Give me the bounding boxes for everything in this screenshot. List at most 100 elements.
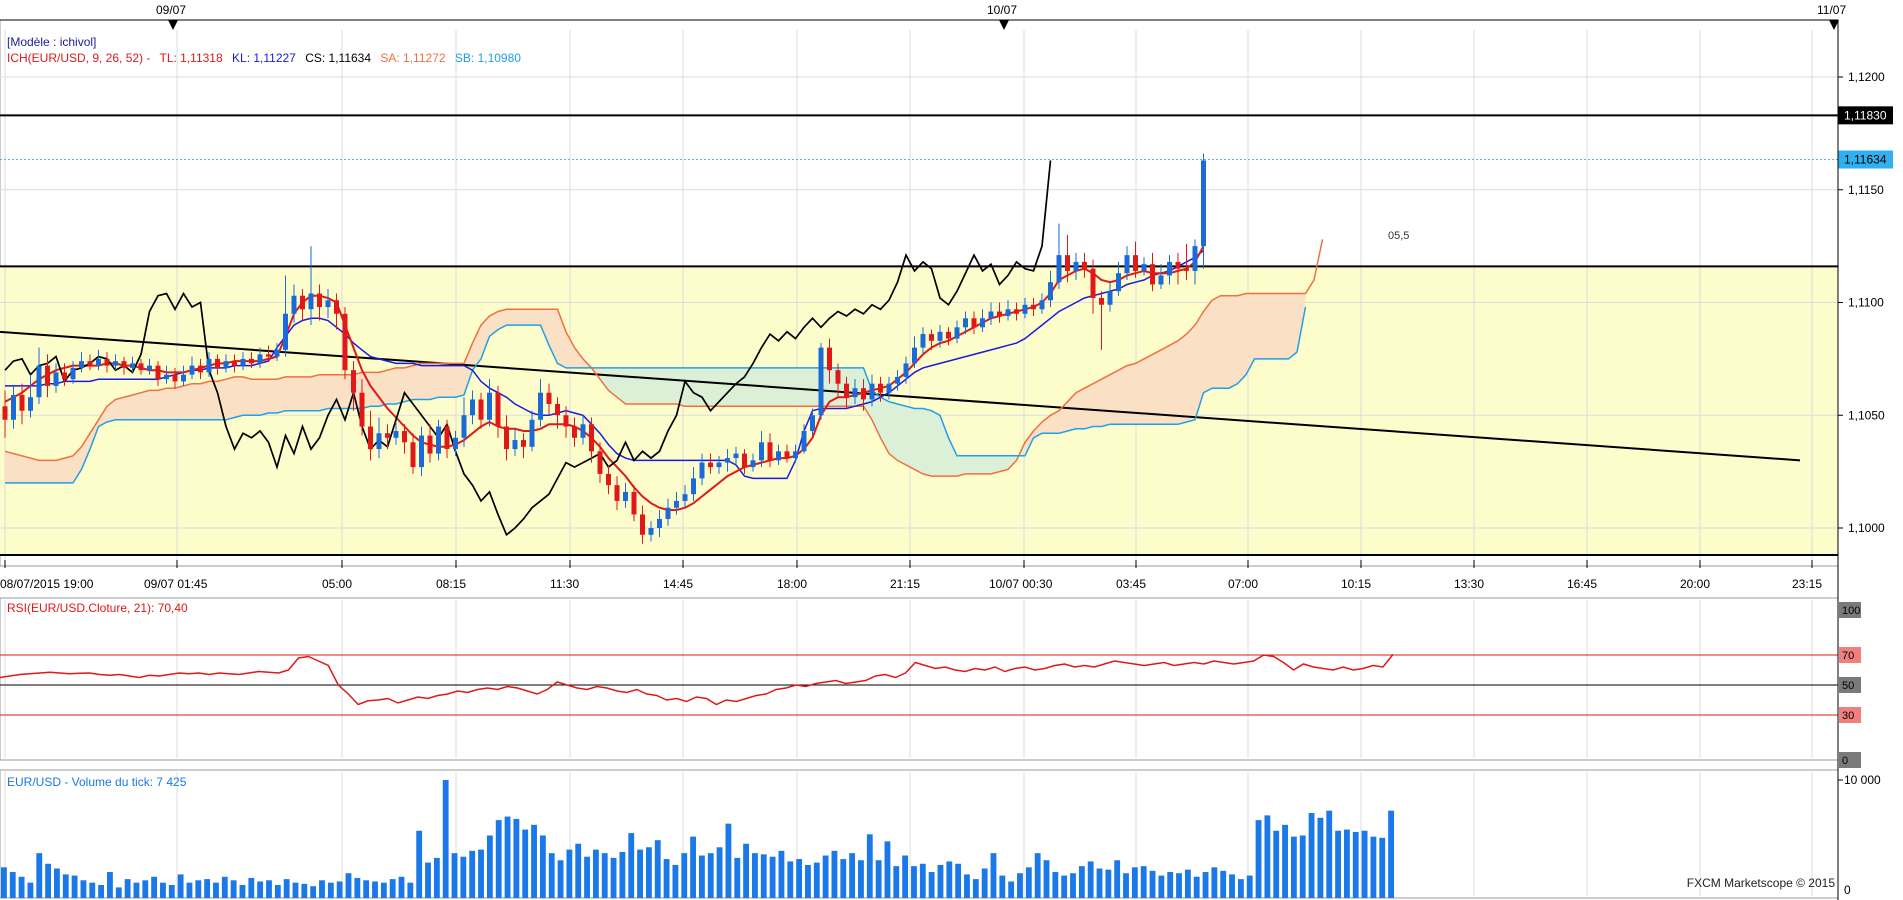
rsi-label: RSI(EUR/USD.Cloture, 21): 70,40 (7, 601, 188, 615)
kumo-segment (1161, 345, 1170, 425)
kumo-segment (855, 367, 864, 407)
kumo-segment (1152, 349, 1161, 425)
volume-bar (1255, 820, 1262, 898)
volume-bar (1105, 869, 1112, 898)
volume-bar (9, 872, 16, 898)
volume-bar (531, 824, 537, 898)
volume-bar (1043, 860, 1050, 898)
volume-bar (946, 861, 953, 898)
candle-body (147, 365, 152, 371)
candle-body (784, 451, 790, 459)
volume-bar (866, 834, 873, 898)
volume-bar (380, 882, 387, 898)
volume-bar (1096, 868, 1103, 898)
volume-bar (345, 873, 352, 898)
kumo-segment (200, 381, 209, 420)
kumo-segment (251, 379, 260, 416)
volume-bar (769, 856, 776, 898)
candle-body (351, 370, 356, 393)
candle-body (96, 358, 101, 366)
volume-bar (469, 850, 476, 898)
candle-body (461, 415, 467, 438)
candle-body (257, 354, 263, 364)
candle-body (19, 394, 25, 411)
kumo-segment (141, 390, 150, 420)
candle-body (623, 491, 628, 501)
volume-bar (743, 843, 750, 898)
volume-bar (672, 864, 679, 898)
candle-body (793, 451, 798, 459)
candle-body (750, 460, 756, 468)
candle-body (954, 327, 960, 339)
kumo-segment (285, 376, 294, 411)
candle-body (844, 383, 849, 398)
rsi-level-label: 30 (1842, 710, 1854, 722)
kijun-value: KL: 1,11227 (232, 51, 296, 65)
volume-bar (1388, 810, 1394, 898)
volume-bar (1158, 875, 1165, 898)
resistance-price-text: 1,11830 (1844, 108, 1887, 122)
kumo-segment (515, 309, 524, 326)
volume-bar (54, 868, 60, 898)
rsi-level-label: 50 (1842, 680, 1854, 692)
volume-bar (460, 856, 467, 898)
candle-body (410, 442, 416, 468)
volume-bar (1317, 817, 1324, 898)
candle-body (521, 440, 526, 447)
time-tick-label: 20:00 (1680, 577, 1710, 591)
kumo-segment (897, 403, 906, 465)
volume-bar (778, 850, 785, 898)
candle-body (674, 500, 679, 508)
volume-bar (221, 876, 228, 898)
candle-body (62, 372, 67, 380)
candle-body (36, 365, 42, 398)
time-tick-label: 18:00 (777, 577, 807, 591)
candle-body (631, 491, 637, 515)
candle-body (869, 383, 875, 400)
kumo-segment (1212, 295, 1221, 389)
volume-bar (398, 876, 405, 898)
candle-body (478, 399, 484, 420)
volume-bar (186, 882, 193, 898)
volume-label: EUR/USD - Volume du tick: 7 425 (7, 775, 187, 789)
candle-body (334, 300, 339, 314)
candle-body (606, 473, 611, 486)
kumo-segment (243, 376, 252, 416)
candle-body (172, 374, 178, 382)
volume-bar (1167, 872, 1174, 898)
kumo-segment (523, 309, 532, 326)
volume-bar (1299, 835, 1306, 898)
kumo-segment (277, 376, 286, 413)
volume-bar (1264, 815, 1271, 898)
candle-body (1056, 255, 1062, 283)
volume-bar (1061, 875, 1068, 898)
volume-bar (981, 868, 988, 898)
volume-bar (858, 860, 864, 898)
kumo-segment (506, 309, 515, 326)
candle-body (1201, 160, 1206, 247)
candle-body (206, 358, 212, 373)
candle-body (376, 433, 382, 450)
kumo-segment (175, 385, 184, 420)
kumo-segment (1186, 325, 1195, 423)
kumo-segment (957, 455, 966, 477)
volume-bar (310, 886, 317, 898)
candle-body (274, 349, 280, 357)
candle-body (2, 406, 8, 420)
candle-body (776, 451, 781, 461)
candle-body (249, 358, 254, 364)
kumo-segment (447, 363, 456, 398)
time-tick-label: 09/07 01:45 (144, 577, 208, 591)
kumo-segment (982, 455, 991, 474)
chart-canvas[interactable]: 05,5 1,1200 1,1150 1,1100 1,1050 1,1000 1,1183… (0, 0, 1903, 900)
kumo-segment (166, 388, 175, 420)
kumo-segment (115, 397, 124, 420)
volume-bar (522, 829, 529, 898)
candle-body (300, 295, 305, 310)
kumo-segment (1084, 383, 1093, 429)
indicator-legend: ICH(EUR/USD, 9, 26, 52) - TL: 1,11318 KL… (7, 51, 527, 65)
volume-bar (1149, 870, 1156, 898)
top-date-label: 09/07 (156, 3, 186, 17)
time-tick-label: 16:45 (1567, 577, 1597, 591)
candle-body (1014, 309, 1019, 314)
